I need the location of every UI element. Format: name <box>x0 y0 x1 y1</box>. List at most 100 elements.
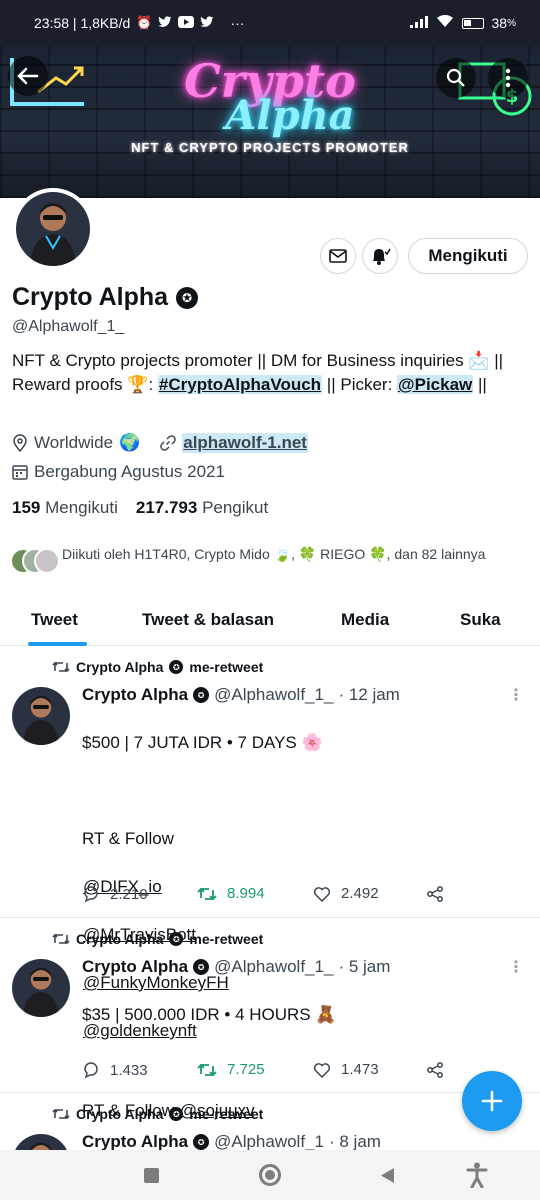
followers-count-link[interactable]: 217.793 Pengikut <box>136 498 268 518</box>
tweet-more-icon[interactable]: ⋮ <box>508 685 524 705</box>
tweet-more-icon[interactable]: ⋮ <box>508 957 524 977</box>
compose-tweet-button[interactable] <box>462 1071 522 1131</box>
retweet-button[interactable]: 8.994 <box>197 885 265 902</box>
wifi-icon <box>436 14 454 31</box>
back-button[interactable] <box>8 56 48 96</box>
avatar-image <box>12 1134 70 1150</box>
verified-badge-icon: ✪ <box>169 932 184 946</box>
compose-plus-icon <box>481 1090 503 1112</box>
tweet-text-line: $35 | 500.000 IDR • 4 HOURS 🧸 <box>82 1005 337 1024</box>
tweet-item[interactable]: Crypto Alpha ✪ me-retweet Crypto Alpha ✪… <box>0 919 540 1120</box>
reply-count: 2.210 <box>110 885 148 903</box>
verified-badge-icon: ✪ <box>176 286 199 309</box>
profile-meta-row: Worldwide 🌍 alphawolf-1.net <box>12 433 308 453</box>
message-button[interactable] <box>320 238 356 274</box>
profile-banner: $ Crypto Alpha NFT & CRYPTO PROJECTS PRO… <box>0 46 540 198</box>
notifications-button[interactable] <box>362 238 398 274</box>
tweet-author-handle: @Alphawolf_1_ <box>214 685 334 704</box>
like-button[interactable]: 2.492 <box>313 885 379 902</box>
avatar-image <box>12 959 70 1017</box>
tab-likes[interactable]: Suka <box>460 610 501 630</box>
tweet-author-handle: @Alphawolf_1 <box>214 1132 324 1150</box>
tweet-item[interactable]: Crypto Alpha ✪ me-retweet Crypto Alpha ✪… <box>0 647 540 1040</box>
tweet-text-line: RT & Follow <box>82 829 174 848</box>
bio-text-1: NFT & Crypto projects promoter || DM for… <box>12 351 464 370</box>
tweet-author-handle: @Alphawolf_1_ <box>214 957 334 976</box>
bio-text-4: || <box>478 375 487 394</box>
tab-tweet[interactable]: Tweet <box>31 610 78 630</box>
back-triangle-button[interactable] <box>380 1167 395 1184</box>
bio-mention-link[interactable]: @Pickaw <box>397 375 474 394</box>
avatar-image <box>16 192 90 266</box>
home-button[interactable] <box>259 1164 281 1186</box>
recents-button[interactable] <box>144 1168 159 1183</box>
like-count: 2.492 <box>341 885 379 902</box>
tweet-author-name[interactable]: Crypto Alpha <box>82 957 188 977</box>
status-bar: 23:58 | 1,8KB/d ⏰ ··· 38% <box>0 0 540 46</box>
follow-counts: 159 Mengikuti 217.793 Pengikut <box>12 498 268 518</box>
more-options-button[interactable] <box>488 58 528 98</box>
tweet-item[interactable]: Crypto Alpha ✪ me-retweet Crypto Alpha ✪… <box>0 1094 540 1150</box>
share-button[interactable] <box>426 1061 444 1079</box>
profile-tabs: Tweet Tweet & balasan Media Suka <box>0 596 540 646</box>
tweet-header: Crypto Alpha ✪ @Alphawolf_1_ · 12 jam <box>82 685 400 705</box>
mail-icon <box>329 249 347 263</box>
calendar-icon <box>12 465 28 480</box>
globe-emoji: 🌍 <box>119 433 141 453</box>
profile-name-row: Crypto Alpha ✪ <box>12 283 199 312</box>
search-icon <box>446 68 465 87</box>
retweeter-name[interactable]: Crypto Alpha <box>76 1106 163 1122</box>
share-icon <box>427 1062 443 1078</box>
retweeter-name[interactable]: Crypto Alpha <box>76 659 163 675</box>
tweet-author-name[interactable]: Crypto Alpha <box>82 1132 188 1150</box>
reply-button[interactable]: 1.433 <box>82 1061 148 1079</box>
like-icon <box>313 1062 331 1078</box>
tweet-avatar[interactable] <box>12 687 70 745</box>
retweet-header: Crypto Alpha ✪ me-retweet <box>52 931 263 947</box>
profile-name: Crypto Alpha <box>12 283 169 311</box>
like-button[interactable]: 1.473 <box>313 1061 379 1078</box>
back-arrow-icon <box>17 67 39 85</box>
more-vert-icon <box>505 68 511 88</box>
retweeter-name[interactable]: Crypto Alpha <box>76 931 163 947</box>
profile-bio: NFT & Crypto projects promoter || DM for… <box>12 351 504 395</box>
tweet-avatar[interactable] <box>12 959 70 1017</box>
retweet-label: me-retweet <box>189 931 264 947</box>
retweet-button[interactable]: 7.725 <box>197 1061 265 1078</box>
reply-icon <box>84 886 98 903</box>
retweet-label: me-retweet <box>189 1106 264 1122</box>
tweet-author-name[interactable]: Crypto Alpha <box>82 685 188 705</box>
search-button[interactable] <box>436 58 476 98</box>
joined-row: Bergabung Agustus 2021 <box>12 462 225 482</box>
website-link[interactable]: alphawolf-1.net <box>182 433 308 453</box>
followed-by-text: Diikuti oleh H1T4R0, Crypto Mido 🍃, 🍀 RI… <box>62 546 486 562</box>
accessibility-icon[interactable] <box>466 1162 488 1188</box>
status-time: 23:58 | 1,8KB/d <box>34 15 131 31</box>
profile-avatar[interactable] <box>12 188 94 270</box>
followed-by-avatars <box>10 548 62 576</box>
tweet-avatar[interactable] <box>12 1134 70 1150</box>
bio-hashtag-link[interactable]: #CryptoAlphaVouch <box>157 375 323 394</box>
profile-handle: @Alphawolf_1_ <box>12 318 125 335</box>
following-button[interactable]: Mengikuti <box>408 238 528 274</box>
tab-media[interactable]: Media <box>341 610 389 630</box>
signal-icon <box>409 15 428 31</box>
twitter-notify-icon <box>158 15 172 31</box>
incoming-envelope-emoji: 📩 <box>468 351 490 371</box>
verified-badge-icon: ✪ <box>169 1107 184 1121</box>
mini-avatar <box>34 548 60 574</box>
followed-by-row[interactable]: Diikuti oleh H1T4R0, Crypto Mido 🍃, 🍀 RI… <box>10 544 530 576</box>
youtube-notify-icon <box>178 15 195 31</box>
tweet-time: · 8 jam <box>328 1132 381 1150</box>
share-button[interactable] <box>426 885 444 903</box>
twitter-notify-icon-2 <box>200 15 214 31</box>
following-count-link[interactable]: 159 Mengikuti <box>12 498 118 518</box>
reply-icon <box>84 1062 98 1079</box>
reply-button[interactable]: 2.210 <box>82 885 148 903</box>
tweet-time: · 12 jam <box>338 685 400 704</box>
location-pin-icon <box>13 434 27 452</box>
system-nav-bar <box>0 1150 540 1200</box>
retweet-header: Crypto Alpha ✪ me-retweet <box>52 1106 263 1122</box>
retweet-icon <box>52 933 70 945</box>
tab-tweets-replies[interactable]: Tweet & balasan <box>142 610 274 630</box>
